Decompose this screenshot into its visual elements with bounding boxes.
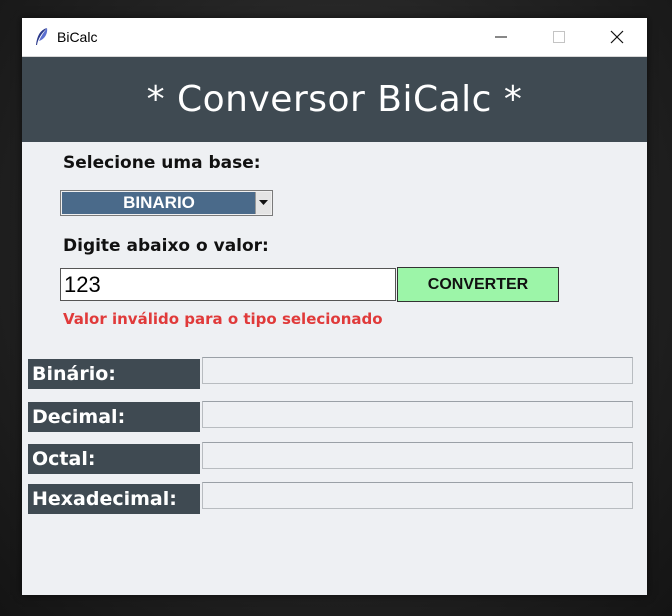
base-label: Selecione uma base: [63, 153, 261, 173]
value-label: Digite abaixo o valor: [63, 236, 269, 256]
minimize-icon [495, 36, 507, 38]
base-select-value[interactable]: BINARIO [62, 192, 256, 214]
window-title: BiCalc [57, 29, 98, 45]
app-window: BiCalc * Conversor BiCalc * Selecione um… [22, 18, 647, 595]
value-input[interactable] [60, 268, 396, 301]
error-message: Valor inválido para o tipo selecionado [63, 310, 383, 328]
hexadecimal-label: Hexadecimal: [28, 484, 200, 514]
octal-output-field[interactable] [202, 442, 633, 469]
dropdown-arrow-button[interactable] [255, 192, 271, 214]
binary-output-field[interactable] [202, 357, 633, 384]
binary-label: Binário: [28, 359, 200, 389]
close-icon [610, 30, 624, 44]
maximize-button[interactable] [530, 18, 588, 56]
minimize-button[interactable] [472, 18, 530, 56]
feather-icon [34, 27, 50, 47]
octal-label: Octal: [28, 444, 200, 474]
decimal-output-field[interactable] [202, 401, 633, 428]
base-select[interactable]: BINARIO [60, 190, 273, 216]
decimal-label: Decimal: [28, 402, 200, 432]
title-bar[interactable]: BiCalc [22, 18, 647, 57]
chevron-down-icon [259, 200, 268, 205]
convert-button[interactable]: CONVERTER [397, 267, 559, 302]
close-button[interactable] [588, 18, 646, 56]
app-header: * Conversor BiCalc * [22, 57, 647, 142]
page-title: * Conversor BiCalc * [146, 79, 523, 120]
maximize-icon [553, 31, 565, 43]
hexadecimal-output-field[interactable] [202, 482, 633, 509]
